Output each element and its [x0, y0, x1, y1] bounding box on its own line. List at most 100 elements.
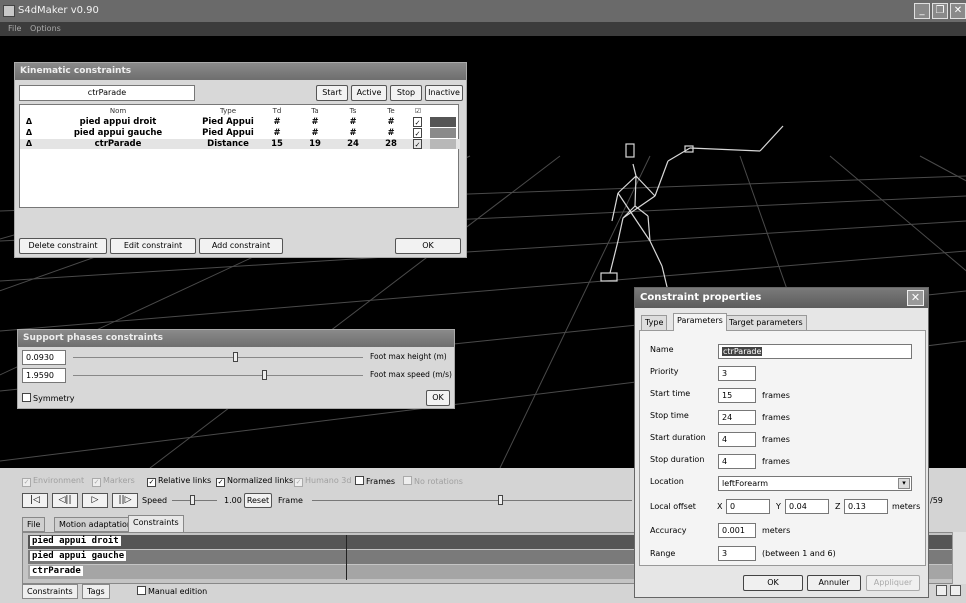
close-window-button[interactable]: ✕ — [950, 3, 966, 19]
row-color-swatch[interactable] — [430, 139, 456, 149]
foot-height-slider[interactable] — [73, 357, 363, 358]
stop-time-input[interactable]: 24 — [718, 410, 756, 425]
properties-apply-button[interactable]: Appliquer — [866, 575, 920, 591]
row-color-swatch[interactable] — [430, 128, 456, 138]
first-frame-button[interactable]: |◁ — [22, 493, 48, 508]
delete-constraint-button[interactable]: Delete constraint — [19, 238, 107, 254]
inactive-button[interactable]: Inactive — [425, 85, 463, 101]
manual-edition-label: Manual edition — [148, 587, 208, 596]
table-row[interactable]: Δpied appui droit Pied Appui # # # # ✓ — [20, 117, 460, 127]
table-row[interactable]: ΔctrParade Distance 15 19 24 28 ✓ — [20, 139, 460, 149]
normalized-links-checkbox-box[interactable]: ✓ — [216, 478, 225, 487]
timeline-scrollbar[interactable] — [952, 532, 966, 584]
kinematic-ok-button[interactable]: OK — [395, 238, 461, 254]
environment-checkbox[interactable]: ✓ Environment — [22, 476, 84, 487]
frames-checkbox[interactable]: Frames — [355, 476, 395, 487]
symmetry-checkbox[interactable]: Symmetry — [22, 393, 74, 404]
col-ts[interactable]: Ts — [334, 106, 372, 116]
relative-links-checkbox[interactable]: ✓ Relative links — [147, 476, 211, 487]
stop-duration-input[interactable]: 4 — [718, 454, 756, 469]
foot-speed-slider-thumb[interactable] — [261, 370, 267, 380]
offset-x-input[interactable]: 0 — [726, 499, 770, 514]
tab-constraints[interactable]: Constraints — [128, 515, 184, 532]
active-button[interactable]: Active — [351, 85, 387, 101]
tab-file[interactable]: File — [22, 517, 46, 532]
name-input[interactable]: ctrParade — [718, 344, 912, 359]
frames-checkbox-box[interactable] — [355, 476, 364, 485]
no-rotations-checkbox-box[interactable] — [403, 476, 412, 485]
normalized-links-checkbox[interactable]: ✓ Normalized links — [216, 476, 293, 487]
cell-checked[interactable]: ✓ — [413, 139, 422, 149]
chevron-down-icon[interactable]: ▾ — [898, 478, 910, 489]
manual-edition-checkbox-box[interactable] — [137, 586, 146, 595]
environment-checkbox-box[interactable]: ✓ — [22, 478, 31, 487]
constraints-footer-button[interactable]: Constraints — [22, 584, 78, 599]
start-time-input[interactable]: 15 — [718, 388, 756, 403]
humano3d-checkbox-box[interactable]: ✓ — [294, 478, 303, 487]
foot-speed-input[interactable]: 1.9590 — [22, 368, 66, 383]
offset-y-input[interactable]: 0.04 — [785, 499, 829, 514]
add-constraint-button[interactable]: Add constraint — [199, 238, 283, 254]
cell-checked[interactable]: ✓ — [413, 117, 422, 127]
tab-type[interactable]: Type — [641, 315, 668, 330]
reset-speed-button[interactable]: Reset — [244, 493, 272, 508]
properties-ok-button[interactable]: OK — [743, 575, 803, 591]
no-rotations-checkbox[interactable]: No rotations — [403, 476, 463, 487]
lock-icon[interactable]: Δ — [24, 128, 34, 138]
manual-edition-checkbox[interactable]: Manual edition — [137, 586, 207, 597]
menu-file[interactable]: File — [8, 24, 21, 33]
cell-checked[interactable]: ✓ — [413, 128, 422, 138]
range-input[interactable]: 3 — [718, 546, 756, 561]
menu-options[interactable]: Options — [30, 24, 61, 33]
cell-type: Pied Appui — [202, 117, 254, 127]
table-row[interactable]: Δpied appui gauche Pied Appui # # # # ✓ — [20, 128, 460, 138]
frame-slider[interactable] — [312, 500, 632, 501]
support-ok-button[interactable]: OK — [426, 390, 450, 406]
foot-height-slider-thumb[interactable] — [232, 352, 238, 362]
close-dialog-button[interactable]: ✕ — [907, 290, 924, 306]
symmetry-checkbox-box[interactable] — [22, 393, 31, 402]
tags-footer-button[interactable]: Tags — [82, 584, 110, 599]
lock-icon[interactable]: Δ — [24, 139, 34, 149]
col-te[interactable]: Te — [372, 106, 410, 116]
restore-button[interactable]: ❐ — [932, 3, 948, 19]
tab-parameters[interactable]: Parameters — [673, 313, 727, 331]
tab-target-parameters[interactable]: Target parameters — [725, 315, 807, 330]
markers-checkbox[interactable]: ✓ Markers — [92, 476, 135, 487]
timeline-cursor[interactable] — [346, 535, 347, 580]
accuracy-input[interactable]: 0.001 — [718, 523, 756, 538]
name-input-value: ctrParade — [722, 347, 763, 356]
row-color-swatch[interactable] — [430, 117, 456, 127]
foot-speed-slider[interactable] — [73, 375, 363, 376]
edit-constraint-button[interactable]: Edit constraint — [110, 238, 196, 254]
minimize-button[interactable]: _ — [914, 3, 930, 19]
start-button[interactable]: Start — [316, 85, 348, 101]
stop-button[interactable]: Stop — [390, 85, 422, 101]
lock-icon[interactable]: Δ — [24, 117, 34, 127]
location-select[interactable]: leftForearm ▾ — [718, 476, 912, 491]
col-ta[interactable]: Ta — [296, 106, 334, 116]
frame-slider-thumb[interactable] — [497, 495, 503, 505]
support-panel-title: Support phases constraints — [18, 330, 454, 347]
tab-motion-adaptation[interactable]: Motion adaptation — [54, 517, 137, 532]
relative-links-checkbox-box[interactable]: ✓ — [147, 478, 156, 487]
col-td[interactable]: Td — [258, 106, 296, 116]
start-duration-input[interactable]: 4 — [718, 432, 756, 447]
col-check[interactable]: ☑ — [410, 106, 426, 116]
markers-checkbox-box[interactable]: ✓ — [92, 478, 101, 487]
play-button[interactable]: ▷ — [82, 493, 108, 508]
properties-cancel-button[interactable]: Annuler — [807, 575, 861, 591]
zoom-out-icon[interactable] — [936, 585, 947, 596]
location-select-value: leftForearm — [722, 479, 769, 488]
foot-height-input[interactable]: 0.0930 — [22, 350, 66, 365]
constraint-name-field[interactable]: ctrParade — [19, 85, 195, 101]
speed-slider-thumb[interactable] — [190, 495, 195, 505]
offset-z-input[interactable]: 0.13 — [844, 499, 888, 514]
zoom-in-icon[interactable] — [950, 585, 961, 596]
col-nom[interactable]: Nom — [38, 106, 198, 116]
humano3d-checkbox[interactable]: ✓ Humano 3d — [294, 476, 351, 487]
col-type[interactable]: Type — [198, 106, 258, 116]
priority-input[interactable]: 3 — [718, 366, 756, 381]
next-frame-button[interactable]: ||▷ — [112, 493, 138, 508]
previous-frame-button[interactable]: ◁|| — [52, 493, 78, 508]
